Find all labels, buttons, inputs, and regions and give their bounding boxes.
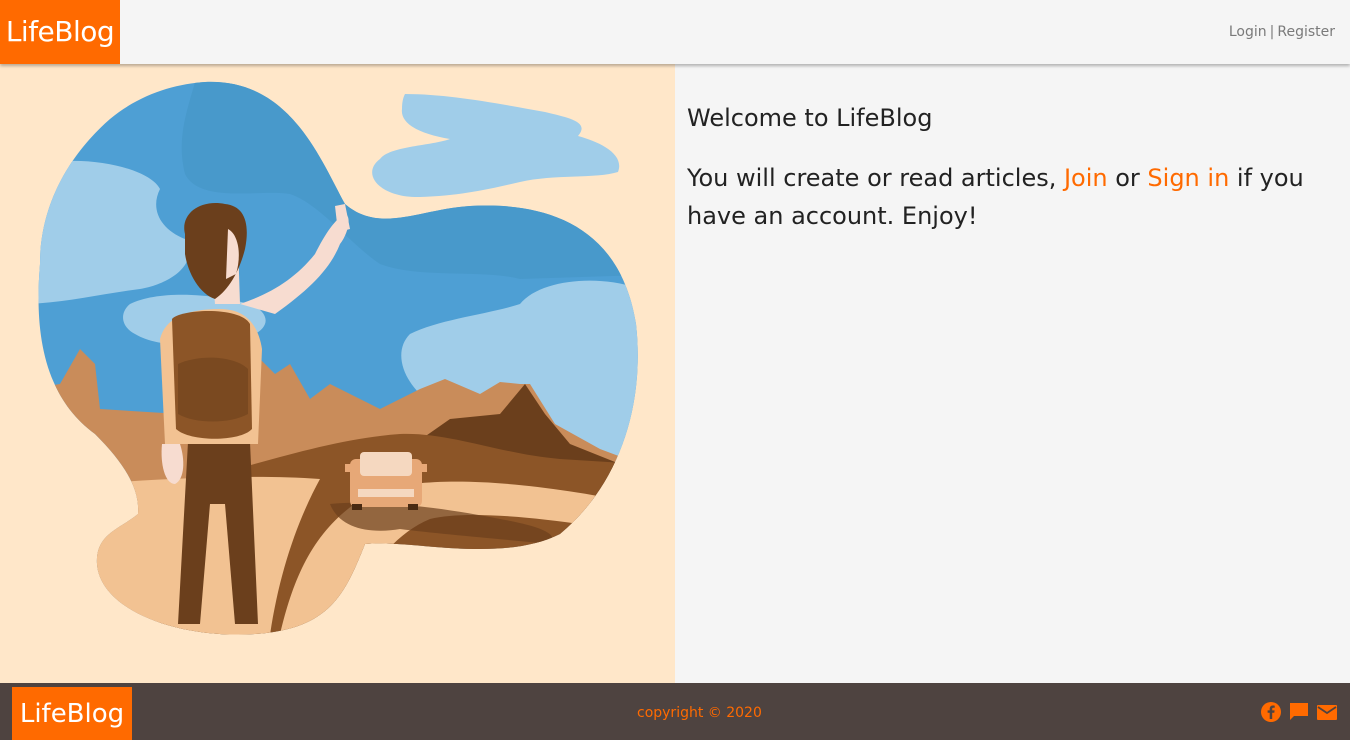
login-link[interactable]: Login	[1229, 24, 1267, 40]
intro-prefix: You will create or read articles,	[687, 164, 1064, 192]
top-navbar: LifeBlog Login | Register	[0, 0, 1350, 64]
hero-text-panel: Welcome to LifeBlog You will create or r…	[675, 64, 1350, 683]
register-link[interactable]: Register	[1277, 24, 1335, 40]
mail-icon[interactable]	[1316, 701, 1338, 723]
hero-illustration-panel	[0, 64, 675, 683]
footer: LifeBlog copyright © 2020	[0, 683, 1350, 740]
signin-link[interactable]: Sign in	[1147, 164, 1229, 192]
hiker-illustration	[38, 81, 638, 635]
welcome-heading: Welcome to LifeBlog	[687, 104, 933, 132]
site-logo[interactable]: LifeBlog	[0, 0, 120, 64]
intro-text: You will create or read articles, Join o…	[687, 159, 1342, 235]
copyright-text: copyright © 2020	[637, 705, 762, 721]
auth-links: Login | Register	[1229, 24, 1335, 40]
facebook-icon[interactable]	[1260, 701, 1282, 723]
social-links	[1260, 701, 1338, 723]
footer-logo[interactable]: LifeBlog	[12, 687, 132, 740]
auth-separator: |	[1269, 24, 1275, 40]
intro-or: or	[1107, 164, 1148, 192]
join-link[interactable]: Join	[1064, 164, 1108, 192]
chat-icon[interactable]	[1288, 701, 1310, 723]
